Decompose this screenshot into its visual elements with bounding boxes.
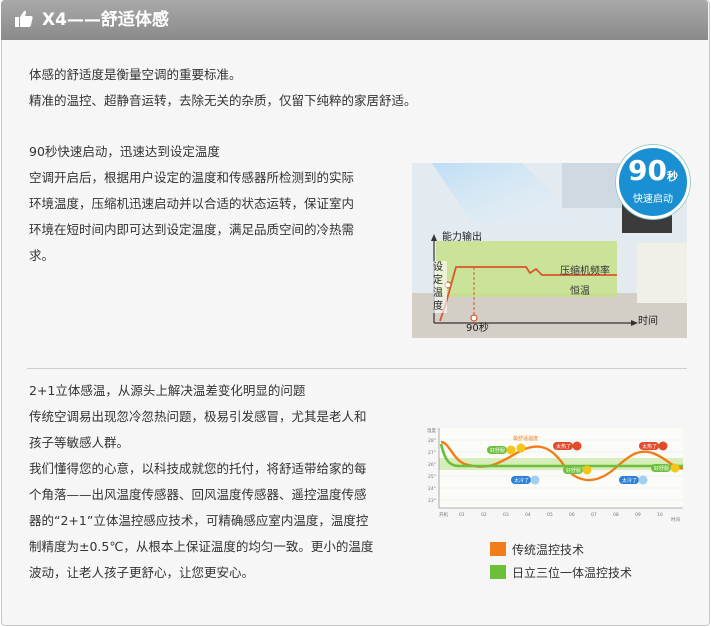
quick-start-line: 环境在短时间内即可达到设定温度，满足品质空间的冷热需 [29,222,355,237]
quick-start-heading: 90秒快速启动，迅速达到设定温度 [29,144,220,159]
stereo-sensing-line: 个角落——出风温度传感器、回风温度传感器、遥控温度传感 [29,487,367,502]
intro-line: 精准的温控、超静音运转，去除无关的杂质，仅留下纯粹的家居舒适。 [29,93,417,108]
happy-face-icon [582,465,592,475]
y-tick: 26° [428,462,436,468]
stereo-sensing-text: 2+1立体感温，从源头上解决温差变化明显的问题 传统空调易出现忽冷忽热问题，极易… [29,378,373,586]
quick-start-text: 90秒快速启动，迅速达到设定温度 空调开启后，根据用户设定的温度和传感器所检测到… [29,139,354,269]
section-title: X4——舒适体感 [42,10,169,30]
bubble-label: 最舒适温度 [513,435,538,442]
smile-face-icon [516,443,526,453]
stereo-sensing-line: 我们懂得您的心意，以科技成就您的托付，将舒适带给家的每 [29,461,367,476]
x-tick: 07 [591,512,597,518]
section-divider [27,368,687,369]
compressor-frequency-label: 压缩机频率 [560,264,610,277]
hot-face-icon [658,441,668,451]
temperature-comparison-diagram: 温度 28° 27° 26° 25° 24° 23° 开机 01 02 03 0… [425,420,687,525]
thumbs-up-icon [15,10,33,27]
setpoint-label: 设定温度 [433,261,447,313]
legend-label: 传统温控技术 [512,543,585,557]
x-tick: 01 [459,512,465,518]
cold-face-icon [530,475,540,485]
x-axis-label: 时间 [638,314,658,327]
stereo-sensing-line: 传统空调易出现忽冷忽热问题，极易引发感冒，尤其是老人和 [29,409,367,424]
y-title: 温度 [427,427,436,434]
bubble-label: 好舒服 [566,467,581,474]
hot-face-icon [572,441,582,451]
stereo-sensing-line: 波动，让老人孩子更舒心，让您更安心。 [29,565,255,580]
badge-number: 90 [628,154,667,187]
stereo-sensing-line: 制精度为±0.5℃，从根本上保证温度的均匀一致。更小的温度 [29,539,374,554]
stereo-sensing-line: 器的“2+1”立体温控感应技术，可精确感应室内温度，温度控 [29,513,369,528]
happy-face-icon [670,463,680,473]
stereo-sensing-line: 孩子等敏感人群。 [29,435,130,450]
time-mark-label: 90秒 [466,321,489,334]
quick-start-line: 环境温度，压缩机迅速启动并以合适的状态运转，保证室内 [29,196,355,211]
orange-swatch [490,542,506,556]
badge-caption: 快速启动 [633,194,673,205]
x-tick: 开机 [439,511,448,518]
quick-start-line: 求。 [29,248,55,263]
stereo-sensing-heading: 2+1立体感温，从源头上解决温差变化明显的问题 [29,383,306,398]
quick-start-line: 空调开启后，根据用户设定的温度和传感器所检测到的实际 [29,170,355,185]
x-tick: 09 [635,512,641,518]
x-title: 时间 [671,516,680,523]
x-tick: 10 [657,512,663,518]
y-tick: 24° [428,486,436,492]
y-tick: 23° [428,498,436,504]
intro-text: 体感的舒适度是衡量空调的重要标准。 精准的温控、超静音运转，去除无关的杂质，仅留… [29,62,417,114]
cold-face-icon [638,475,648,485]
badge-unit: 秒 [666,170,678,183]
x-tick: 06 [569,512,575,518]
x-tick: 04 [525,512,531,518]
bubble-label: 太冷了 [622,477,637,484]
green-swatch [490,565,506,579]
legend-label: 日立三位一体温控技术 [512,566,633,580]
x-tick: 02 [481,512,487,518]
legend-item-traditional: 传统温控技术 [490,541,584,558]
happy-face-icon [506,445,516,455]
bubble-label: 好舒服 [654,465,669,472]
y-tick: 28° [428,438,436,444]
y-tick: 27° [428,450,436,456]
section-header: X4——舒适体感 [1,0,708,40]
x-tick: 05 [547,512,553,518]
bubble-label: 好舒服 [490,447,505,454]
ninety-second-badge: 90秒 快速启动 [616,145,690,219]
constant-temp-label: 恒温 [570,284,590,297]
bubble-label: 太热了 [556,443,571,450]
temperature-chart: 温度 28° 27° 26° 25° 24° 23° 开机 01 02 03 0… [427,427,684,523]
x-tick: 08 [613,512,619,518]
bubble-label: 太热了 [642,443,657,450]
y-tick: 25° [428,474,436,480]
legend-item-hitachi: 日立三位一体温控技术 [490,564,632,581]
intro-line: 体感的舒适度是衡量空调的重要标准。 [29,67,242,82]
x-tick: 03 [503,512,509,518]
y-axis-label: 能力输出 [442,230,482,243]
bubble-label: 太冷了 [514,477,529,484]
